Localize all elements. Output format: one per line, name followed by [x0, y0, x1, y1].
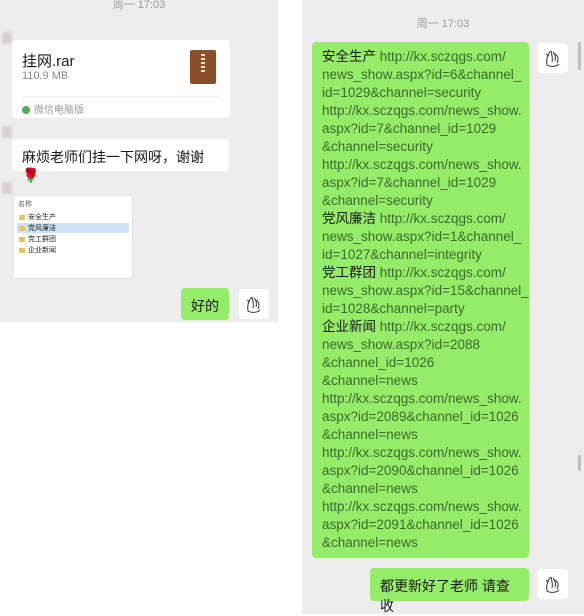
chat-bubble-outgoing-links[interactable]: 安全生产 http://kx.sczqgs.com/news_show.aspx…: [312, 42, 529, 558]
sender-avatar[interactable]: [2, 32, 12, 44]
message-line: &channel=news: [322, 480, 519, 498]
link-text[interactable]: http://kx.sczqgs.com/news_show.: [322, 445, 522, 460]
link-text[interactable]: http://kx.sczqgs.com/: [380, 265, 506, 280]
link-text[interactable]: http://kx.sczqgs.com/news_show.: [322, 499, 522, 514]
link-text[interactable]: http://kx.sczqgs.com/news_show.: [322, 157, 522, 172]
wechat-pc-icon: [22, 106, 30, 114]
divider: [22, 96, 220, 97]
column-header: 名称: [18, 201, 32, 208]
message-line: aspx?id=7&channel_id=1029: [322, 120, 519, 138]
scrollbar[interactable]: [578, 42, 581, 70]
link-text[interactable]: &channel=news: [322, 535, 418, 550]
file-size: 110.9 MB: [22, 70, 69, 82]
rar-file-icon: [190, 50, 216, 84]
link-text[interactable]: news_show.aspx?id=15&channel_: [322, 283, 529, 298]
message-line: &channel_id=1026: [322, 354, 519, 372]
category-label: 党风廉洁: [322, 211, 380, 226]
image-message-thumbnail[interactable]: 名称 安全生产 党风廉洁 党工群团 企业新闻: [13, 195, 133, 279]
folder-row: 安全生产: [19, 212, 56, 222]
folder-icon: [19, 225, 25, 231]
message-line: http://kx.sczqgs.com/news_show.: [322, 102, 522, 120]
message-line: &channel=news: [322, 426, 519, 444]
folder-icon: [19, 247, 25, 253]
file-name: 挂网.rar: [22, 53, 75, 70]
link-text[interactable]: aspx?id=2090&channel_id=1026: [322, 463, 519, 478]
folder-row: 党工群团: [19, 234, 56, 244]
hand-sketch-avatar-icon[interactable]: [239, 289, 269, 319]
source-label: 微信电脑版: [34, 105, 84, 116]
message-line: id=1027&channel=integrity: [322, 246, 519, 264]
message-line: news_show.aspx?id=1&channel_: [322, 228, 521, 246]
message-line: aspx?id=2091&channel_id=1026: [322, 516, 519, 534]
message-line: aspx?id=2090&channel_id=1026: [322, 462, 519, 480]
link-text[interactable]: news_show.aspx?id=2088: [322, 337, 480, 352]
message-line: http://kx.sczqgs.com/news_show.: [322, 156, 522, 174]
message-line: news_show.aspx?id=15&channel_: [322, 282, 529, 300]
file-source: 微信电脑版: [22, 101, 84, 116]
link-text[interactable]: aspx?id=7&channel_id=1029: [322, 175, 496, 190]
chat-bubble-outgoing[interactable]: 好的: [181, 288, 229, 320]
hand-sketch-avatar-icon[interactable]: [538, 43, 568, 73]
message-line: news_show.aspx?id=6&channel_: [322, 66, 521, 84]
link-text[interactable]: aspx?id=2091&channel_id=1026: [322, 517, 519, 532]
link-text[interactable]: http://kx.sczqgs.com/: [380, 211, 506, 226]
message-line: &channel=news: [322, 534, 519, 552]
message-line: 安全生产 http://kx.sczqgs.com/: [322, 48, 519, 66]
folder-icon: [19, 214, 25, 220]
message-line: &channel=news: [322, 372, 519, 390]
chat-bubble-outgoing[interactable]: 都更新好了老师 请查收: [370, 568, 529, 614]
message-line: http://kx.sczqgs.com/news_show.: [322, 444, 522, 462]
timestamp: 周一 17:03: [112, 0, 166, 11]
message-line: id=1029&channel=security: [322, 84, 519, 102]
message-line: 企业新闻 http://kx.sczqgs.com/: [322, 318, 519, 336]
folder-row: 企业新闻: [19, 245, 56, 255]
folder-row: 党风廉洁: [17, 223, 129, 233]
message-text: 麻烦老师们挂一下网呀，谢谢🌹: [22, 149, 204, 183]
link-text[interactable]: &channel=security: [322, 139, 433, 154]
message-text: 好的: [191, 298, 219, 314]
message-line: &channel=security: [322, 138, 519, 156]
link-text[interactable]: &channel_id=1026: [322, 355, 434, 370]
message-line: 党工群团 http://kx.sczqgs.com/: [322, 264, 519, 282]
folder-icon: [19, 236, 25, 242]
link-text[interactable]: http://kx.sczqgs.com/: [380, 319, 506, 334]
link-text[interactable]: news_show.aspx?id=6&channel_: [322, 67, 521, 82]
file-message-card[interactable]: 挂网.rar 110.9 MB 微信电脑版: [12, 40, 230, 118]
left-chat-panel: 周一 17:03 挂网.rar 110.9 MB 微信电脑版 麻烦老师们挂一下网…: [0, 0, 278, 322]
scrollbar[interactable]: [578, 455, 581, 471]
link-text[interactable]: aspx?id=7&channel_id=1029: [322, 121, 496, 136]
message-line: http://kx.sczqgs.com/news_show.: [322, 390, 522, 408]
link-text[interactable]: news_show.aspx?id=1&channel_: [322, 229, 521, 244]
message-line: http://kx.sczqgs.com/news_show.: [322, 498, 522, 516]
link-text[interactable]: id=1027&channel=integrity: [322, 247, 482, 262]
link-text[interactable]: &channel=news: [322, 427, 418, 442]
message-line: news_show.aspx?id=2088: [322, 336, 519, 354]
link-text[interactable]: http://kx.sczqgs.com/news_show.: [322, 391, 522, 406]
sender-avatar[interactable]: [2, 182, 12, 194]
link-text[interactable]: aspx?id=2089&channel_id=1026: [322, 409, 519, 424]
link-text[interactable]: &channel=news: [322, 481, 418, 496]
category-label: 企业新闻: [322, 319, 380, 334]
hand-sketch-avatar-icon[interactable]: [538, 569, 568, 599]
category-label: 党工群团: [322, 265, 380, 280]
category-label: 安全生产: [322, 49, 380, 64]
link-text[interactable]: id=1029&channel=security: [322, 85, 481, 100]
link-text[interactable]: http://kx.sczqgs.com/: [380, 49, 506, 64]
sender-avatar[interactable]: [2, 126, 12, 138]
link-text[interactable]: id=1028&channel=party: [322, 301, 465, 316]
message-line: 党风廉洁 http://kx.sczqgs.com/: [322, 210, 519, 228]
message-line: aspx?id=2089&channel_id=1026: [322, 408, 519, 426]
message-line: aspx?id=7&channel_id=1029: [322, 174, 519, 192]
link-text[interactable]: &channel=security: [322, 193, 433, 208]
chat-bubble-incoming[interactable]: 麻烦老师们挂一下网呀，谢谢🌹: [12, 139, 229, 183]
message-line: id=1028&channel=party: [322, 300, 519, 318]
message-line: &channel=security: [322, 192, 519, 210]
link-text[interactable]: http://kx.sczqgs.com/news_show.: [322, 103, 522, 118]
timestamp: 周一 17:03: [416, 18, 470, 30]
link-text[interactable]: &channel=news: [322, 373, 418, 388]
